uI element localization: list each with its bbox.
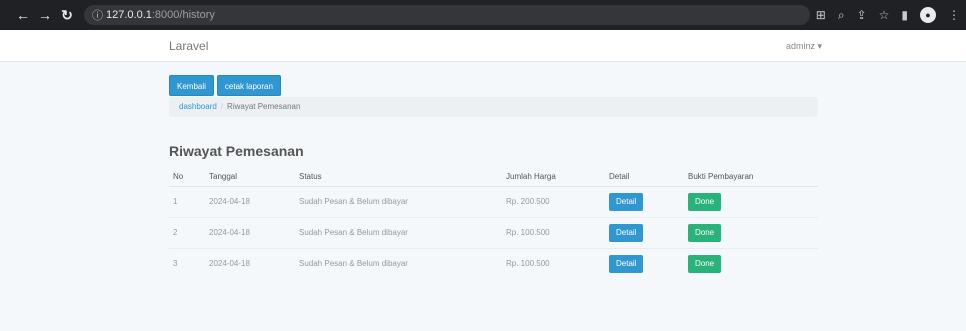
reload-icon[interactable]: ↻ bbox=[56, 7, 78, 24]
col-header-no: No bbox=[169, 167, 209, 187]
info-icon[interactable]: ⓘ bbox=[92, 7, 106, 23]
app-navbar: Laravel adminz ▾ bbox=[0, 30, 966, 62]
brand-link[interactable]: Laravel bbox=[169, 39, 208, 53]
cell-status: Sudah Pesan & Belum dibayar bbox=[299, 216, 506, 248]
cell-bukti: Done bbox=[688, 216, 818, 248]
cell-detail: Detail bbox=[609, 247, 688, 279]
cell-detail: Detail bbox=[609, 216, 688, 248]
user-dropdown[interactable]: adminz ▾ bbox=[786, 41, 822, 52]
cetak-laporan-button[interactable]: cetak laporan bbox=[216, 75, 281, 96]
done-button[interactable]: Done bbox=[688, 254, 722, 273]
table-row: 1 2024-04-18 Sudah Pesan & Belum dibayar… bbox=[169, 185, 818, 217]
browser-toolbar: ← → ↻ ⓘ 127.0.0.1 :8000/history ⊞ ⌕ ⇪ ☆ … bbox=[0, 0, 966, 30]
url-path: :8000/history bbox=[151, 9, 215, 21]
action-buttons: Kembali cetak laporan bbox=[169, 75, 281, 96]
share-icon[interactable]: ⇪ bbox=[857, 8, 867, 22]
detail-button[interactable]: Detail bbox=[609, 223, 644, 242]
cell-status: Sudah Pesan & Belum dibayar bbox=[299, 185, 506, 217]
history-table: No Tanggal Status Jumlah Harga Detail Bu… bbox=[169, 167, 818, 279]
translate-icon[interactable]: ⊞ bbox=[816, 8, 826, 22]
page-title: Riwayat Pemesanan bbox=[169, 143, 304, 159]
profile-avatar[interactable]: ● bbox=[920, 7, 936, 23]
cell-no: 1 bbox=[169, 185, 209, 217]
cell-no: 3 bbox=[169, 247, 209, 279]
back-arrow-icon[interactable]: ← bbox=[12, 7, 34, 23]
detail-button[interactable]: Detail bbox=[609, 192, 644, 211]
cell-harga: Rp. 200.500 bbox=[506, 185, 609, 217]
breadcrumb: dashboard / Riwayat Pemesanan bbox=[169, 97, 818, 117]
breadcrumb-dashboard-link[interactable]: dashboard bbox=[179, 102, 217, 111]
cell-detail: Detail bbox=[609, 185, 688, 217]
kembali-button[interactable]: Kembali bbox=[169, 75, 214, 96]
col-header-tanggal: Tanggal bbox=[209, 167, 299, 187]
address-bar[interactable]: ⓘ 127.0.0.1 :8000/history bbox=[84, 5, 810, 25]
col-header-status: Status bbox=[299, 167, 506, 187]
col-header-detail: Detail bbox=[609, 167, 688, 187]
kebab-menu-icon[interactable]: ⋮ bbox=[948, 8, 960, 22]
url-host: 127.0.0.1 bbox=[106, 9, 152, 21]
cell-status: Sudah Pesan & Belum dibayar bbox=[299, 247, 506, 279]
star-icon[interactable]: ☆ bbox=[879, 8, 890, 22]
table-row: 3 2024-04-18 Sudah Pesan & Belum dibayar… bbox=[169, 247, 818, 279]
done-button[interactable]: Done bbox=[688, 223, 722, 242]
cell-tanggal: 2024-04-18 bbox=[209, 185, 299, 217]
table-row: 2 2024-04-18 Sudah Pesan & Belum dibayar… bbox=[169, 216, 818, 248]
breadcrumb-separator: / bbox=[220, 102, 224, 111]
cell-no: 2 bbox=[169, 216, 209, 248]
cell-bukti: Done bbox=[688, 185, 818, 217]
breadcrumb-current: Riwayat Pemesanan bbox=[227, 102, 301, 111]
browser-actions: ⊞ ⌕ ⇪ ☆ ▮ ● ⋮ bbox=[816, 0, 960, 30]
cell-harga: Rp. 100.500 bbox=[506, 247, 609, 279]
col-header-bukti-pembayaran: Bukti Pembayaran bbox=[688, 167, 818, 187]
col-header-jumlah-harga: Jumlah Harga bbox=[506, 167, 609, 187]
forward-arrow-icon[interactable]: → bbox=[34, 7, 56, 23]
done-button[interactable]: Done bbox=[688, 192, 722, 211]
cell-bukti: Done bbox=[688, 247, 818, 279]
zoom-icon[interactable]: ⌕ bbox=[838, 8, 845, 23]
cell-harga: Rp. 100.500 bbox=[506, 216, 609, 248]
side-panel-icon[interactable]: ▮ bbox=[901, 8, 908, 22]
detail-button[interactable]: Detail bbox=[609, 254, 644, 273]
cell-tanggal: 2024-04-18 bbox=[209, 247, 299, 279]
cell-tanggal: 2024-04-18 bbox=[209, 216, 299, 248]
table-header-row: No Tanggal Status Jumlah Harga Detail Bu… bbox=[169, 167, 818, 187]
